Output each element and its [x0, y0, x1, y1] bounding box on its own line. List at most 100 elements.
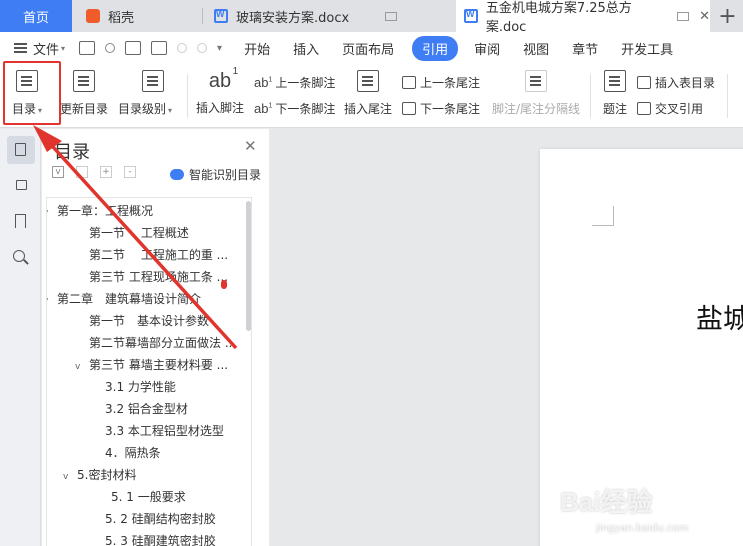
toc-item[interactable]: 5. 3 硅酮建筑密封胶 [105, 530, 216, 546]
menu-developer[interactable]: 开发工具 [621, 39, 673, 58]
toc-item[interactable]: 5. 1 一般要求 [111, 486, 186, 508]
table-toc-icon [637, 76, 651, 89]
remove-icon[interactable]: - [124, 166, 136, 178]
toc-item[interactable]: 第二节 工程施工的重 ... [89, 244, 228, 266]
toc-item[interactable]: 4．隔热条 [105, 442, 161, 464]
file-menu[interactable]: 文件 ▾ [14, 39, 65, 58]
caption-button[interactable]: 题注 [603, 70, 627, 117]
prev-endnote-icon [402, 76, 416, 89]
tab-home-label: 首页 [22, 10, 49, 26]
toc-item-label: 5.密封材料 [77, 468, 137, 482]
update-toc-button[interactable]: 更新目录 [60, 70, 108, 117]
toc-item[interactable]: v 第三节 幕墙主要材料要 ... [75, 354, 228, 376]
word-doc-icon [464, 9, 478, 23]
toc-item[interactable]: v第二章 建筑幕墙设计简介 [47, 288, 201, 312]
chapter-nav-icon[interactable] [11, 174, 31, 194]
close-icon[interactable]: ✕ [244, 137, 257, 155]
menu-review[interactable]: 审阅 [474, 39, 500, 58]
prev-endnote-button[interactable]: 上一条尾注 [402, 74, 480, 91]
next-endnote-icon [402, 102, 416, 115]
chevron-down-icon[interactable]: v [75, 356, 89, 378]
toc-item-label: 第一章：工程概况 [57, 204, 154, 218]
toc-item-label: 3.3 本工程铝型材选型 [105, 424, 224, 438]
endnote-icon [357, 70, 379, 92]
prev-footnote-icon: ab1 [254, 75, 273, 90]
toc-item[interactable]: 5. 2 硅酮结构密封胶 [105, 508, 216, 530]
menu-references[interactable]: 引用 [412, 35, 459, 61]
toc-item[interactable]: 3.3 本工程铝型材选型 [105, 420, 224, 442]
menu-home[interactable]: 开始 [244, 39, 270, 58]
toc-item-label: 5. 3 硅酮建筑密封胶 [105, 534, 216, 546]
chevron-down-icon[interactable]: v [47, 202, 57, 224]
daoke-icon [86, 9, 100, 23]
menu-page-layout[interactable]: 页面布局 [342, 39, 394, 58]
search-icon[interactable] [13, 250, 25, 262]
new-tab-button[interactable]: + [712, 0, 743, 32]
expand-icon[interactable] [76, 166, 88, 178]
insert-footnote-button[interactable]: ab 1 插入脚注 [196, 66, 245, 116]
toc-panel: 目录 ✕ v + - 智能识别目录 v第一章：工程概况第一节 工程概述第二节 工… [42, 129, 269, 546]
print-icon[interactable] [125, 41, 142, 55]
chevron-down-icon[interactable]: v [63, 466, 77, 488]
toc-item[interactable]: v 5.密封材料 [63, 464, 136, 486]
toc-item-label: 第三节 幕墙主要材料要 ... [89, 358, 229, 372]
chevron-down-icon[interactable]: v [47, 290, 57, 312]
prev-footnote-button[interactable]: ab1 上一条脚注 [254, 74, 335, 91]
more-chevron-icon[interactable]: ▾ [217, 43, 222, 54]
add-icon[interactable]: + [100, 166, 112, 178]
menu-chapter[interactable]: 章节 [572, 39, 598, 58]
bookmark-icon[interactable] [15, 214, 26, 228]
toc-item[interactable]: 3.1 力学性能 [105, 376, 176, 398]
tab-bar: 首页 稻壳 玻璃安装方案.docx 五金机电城方案7.25总方案.doc ✕ + [0, 0, 743, 35]
hamburger-icon [14, 43, 27, 53]
tab-doc-hardware-label: 五金机电城方案7.25总方案.doc [485, 1, 632, 35]
menu-view[interactable]: 视图 [523, 39, 549, 58]
tab-daoke[interactable]: 稻壳 [72, 0, 202, 32]
menu-insert[interactable]: 插入 [293, 39, 319, 58]
toc-item[interactable]: 第三节 工程现场施工条 ... [89, 266, 228, 288]
save-icon[interactable] [79, 41, 96, 55]
toc-item[interactable]: 3.2 铝合金型材 [105, 398, 188, 420]
toc-item-label: 5. 2 硅酮结构密封胶 [105, 512, 216, 526]
insert-table-toc-button[interactable]: 插入表目录 [637, 74, 715, 91]
smart-toc-label: 智能识别目录 [189, 168, 262, 182]
insert-footnote-label: 插入脚注 [196, 101, 245, 115]
ai-icon [170, 169, 184, 180]
toc-item-label: 第一节 工程概述 [89, 226, 189, 240]
export-icon[interactable] [105, 43, 116, 53]
collapse-icon[interactable]: v [52, 166, 64, 178]
cross-reference-label: 交叉引用 [655, 102, 704, 116]
tab-doc-glass[interactable]: 玻璃安装方案.docx [202, 0, 456, 32]
tab-home[interactable]: 首页 [0, 0, 72, 32]
navigation-strip [0, 129, 41, 546]
next-footnote-button[interactable]: ab1 下一条脚注 [254, 100, 335, 117]
undo-icon[interactable] [177, 43, 188, 53]
plus-icon: + [718, 3, 737, 29]
redo-icon[interactable] [197, 43, 208, 53]
toc-item[interactable]: 第一节 工程概述 [89, 222, 189, 244]
note-separator-button[interactable]: 脚注/尾注分隔线 [492, 70, 580, 117]
next-endnote-button[interactable]: 下一条尾注 [402, 100, 480, 117]
close-icon[interactable]: ✕ [699, 9, 710, 24]
toc-nav-icon[interactable] [7, 136, 35, 164]
caption-icon [604, 70, 626, 92]
scrollbar[interactable] [246, 201, 251, 331]
print-preview-icon[interactable] [151, 41, 168, 55]
toc-item[interactable]: 第一节 基本设计参数 [89, 310, 209, 332]
cursor-marker [221, 280, 227, 289]
toc-item[interactable]: 第二节幕墙部分立面做法 ... [89, 332, 236, 354]
tab-doc-hardware[interactable]: 五金机电城方案7.25总方案.doc ✕ [456, 0, 710, 35]
cross-reference-button[interactable]: 交叉引用 [637, 100, 703, 117]
highlight-box [3, 61, 61, 125]
toc-level-button[interactable]: 目录级别 ▾ [118, 70, 172, 117]
toc-panel-title: 目录 [54, 142, 90, 163]
prev-endnote-label: 上一条尾注 [420, 76, 481, 90]
update-toc-icon [73, 70, 95, 92]
smart-toc-button[interactable]: 智能识别目录 [170, 166, 261, 183]
ribbon: 目录 ▾ 更新目录 目录级别 ▾ ab 1 插入脚注 ab1 上一条脚注 ab1 下一条脚… [0, 64, 743, 128]
insert-endnote-button[interactable]: 插入尾注 [344, 70, 392, 117]
margin-mark [592, 206, 614, 226]
ribbon-divider [187, 74, 188, 118]
word-doc-icon [214, 9, 228, 23]
toc-item[interactable]: v第一章：工程概况 [47, 200, 154, 224]
